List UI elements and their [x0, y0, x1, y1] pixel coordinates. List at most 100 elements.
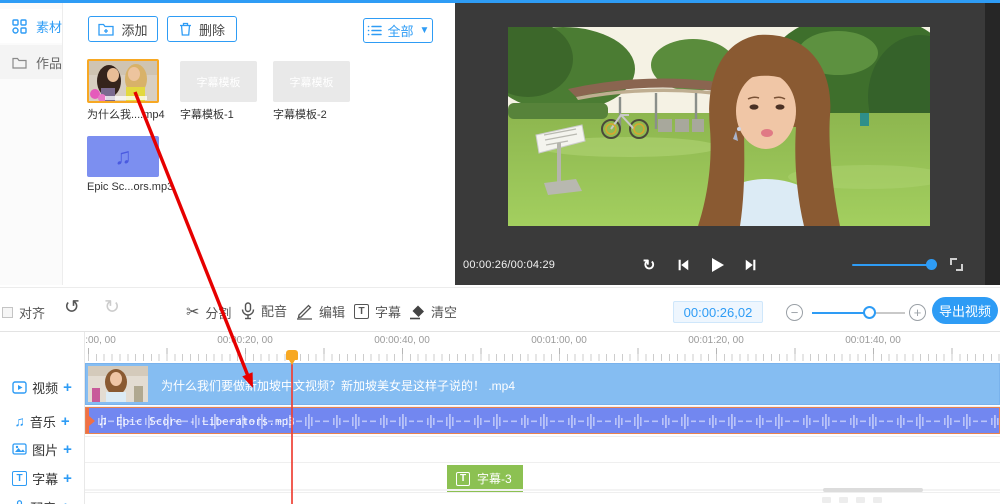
split-button[interactable]: ✂ 分割 [186, 302, 231, 322]
track-header-subtitle: T 字幕 + [0, 465, 84, 492]
timecode-display[interactable]: 00:00:26,02 [673, 301, 763, 323]
previous-frame-icon [678, 259, 689, 271]
video-thumbnail-scene [89, 61, 157, 101]
timeline-clip-music[interactable]: ♫ Epic Score - Liberators.mp3 [85, 407, 1000, 434]
filter-dropdown[interactable]: 全部 ▼ [363, 18, 433, 43]
zoom-out-button[interactable]: − [786, 304, 803, 321]
text-icon: T [456, 471, 470, 486]
ruler-label: 00:01:40, 00 [845, 335, 901, 346]
text-icon: T [354, 304, 369, 319]
add-dub-button[interactable]: + [61, 499, 70, 504]
play-button[interactable] [708, 256, 726, 274]
redo-button[interactable]: ↻ [104, 296, 120, 319]
loop-icon[interactable]: ↻ [640, 256, 658, 274]
subtitle-button[interactable]: T 字幕 [354, 302, 401, 321]
pencil-icon [296, 303, 313, 320]
dub-button[interactable]: 配音 [241, 301, 287, 320]
delete-button[interactable]: 删除 [167, 16, 237, 42]
preview-time-display: 00:00:26/00:04:29 [463, 259, 556, 271]
playback-bar: 00:00:26/00:04:29 ↻ [455, 245, 1000, 285]
playhead-handle[interactable] [286, 350, 298, 360]
media-item-audio-name: Epic Sc...ors.mp3 [87, 181, 174, 193]
track-header-music: ♫ 音乐 + [0, 407, 84, 435]
eraser-icon [409, 304, 425, 320]
library-panel: 素材 作品 添加 删除 全部 ▼ 字幕模板 字幕模板 ♫ 为什么我....mp4… [0, 3, 455, 285]
preview-video-scene [508, 27, 930, 226]
media-item-video-thumbnail[interactable] [87, 59, 159, 103]
template-placeholder-text: 字幕模板 [289, 76, 334, 89]
image-track-icon [12, 443, 27, 455]
add-button[interactable]: 添加 [88, 16, 158, 42]
previous-frame-button[interactable] [674, 256, 692, 274]
preview-video-frame[interactable] [508, 27, 930, 226]
trash-icon [179, 22, 192, 36]
ruler-label: 00:00:00, 00 [85, 335, 116, 346]
library-sidebar: 素材 作品 [0, 3, 63, 285]
add-subtitle-button[interactable]: + [63, 470, 72, 487]
tab-works-label: 作品 [36, 55, 63, 71]
template-placeholder-text: 字幕模板 [196, 76, 241, 89]
playback-controls: ↻ [640, 245, 760, 285]
fullscreen-icon[interactable] [950, 258, 963, 271]
clear-label: 清空 [431, 305, 458, 320]
add-video-button[interactable]: + [63, 379, 72, 396]
list-icon [367, 24, 382, 37]
grid-icon [12, 18, 27, 34]
timeline-clip-video[interactable]: 为什么我们要做新加坡中文视频？新加坡美女是这样子说的！ .mp4 [85, 363, 1000, 405]
clear-button[interactable]: 清空 [409, 302, 457, 321]
clip-video-name: 为什么我们要做新加坡中文视频？新加坡美女是这样子说的！ .mp4 [161, 379, 516, 393]
dub-label: 配音 [261, 304, 288, 319]
checkbox-icon[interactable] [2, 307, 13, 318]
subtitle-track-icon: T [12, 471, 28, 486]
timeline-panel: 00:00:00, 00 00:00:20, 00 00:00:40, 00 0… [0, 332, 1000, 504]
export-video-button[interactable]: 导出视频 [932, 297, 998, 324]
tab-materials-label: 素材 [36, 19, 63, 35]
subtitle-label: 字幕 [375, 305, 402, 320]
clip-subtitle-name: 字幕-3 [477, 472, 512, 486]
zoom-in-button[interactable]: + [909, 304, 926, 321]
edit-toolbar: 对齐 ↺ ↻ ✂ 分割 配音 编辑 T 字幕 清空 00:00:26,02 − … [0, 287, 1000, 332]
playhead-handle-tip [289, 360, 295, 365]
media-item-audio-thumbnail[interactable]: ♫ [87, 136, 159, 177]
timeline-zoom-handle[interactable] [863, 306, 876, 319]
volume-slider-handle[interactable] [926, 259, 937, 270]
music-note-icon: ♫ [98, 413, 108, 428]
next-frame-button[interactable] [742, 256, 760, 274]
dub-track-icon [14, 500, 25, 504]
folder-plus-icon [98, 22, 115, 36]
preview-panel: 00:00:26/00:04:29 ↻ [455, 3, 1000, 285]
edit-label: 编辑 [319, 305, 346, 320]
timeline-zoom-track[interactable] [872, 312, 905, 314]
ruler-label: 00:00:20, 00 [217, 335, 273, 346]
scissors-icon: ✂ [186, 304, 200, 321]
clip-music-name: Epic Score - Liberators.mp3 [116, 415, 295, 428]
add-image-button[interactable]: + [63, 441, 72, 458]
volume-slider-track[interactable] [852, 264, 932, 266]
sidebar-tab-materials[interactable]: 素材 [0, 9, 62, 43]
undo-button[interactable]: ↺ [64, 296, 80, 319]
track-header-image: 图片 + [0, 437, 84, 461]
edit-button[interactable]: 编辑 [296, 302, 345, 321]
timeline-clip-subtitle[interactable]: T 字幕-3 [447, 465, 523, 492]
track-header-column: 视频 + ♫ 音乐 + 图片 + T 字幕 + [0, 332, 85, 504]
delete-button-label: 删除 [198, 22, 225, 38]
track-label: 字幕 [32, 472, 59, 487]
media-item-template-2-thumbnail[interactable]: 字幕模板 [273, 61, 350, 102]
track-label: 配音 [30, 498, 56, 504]
timeline-ruler[interactable]: 00:00:00, 00 00:00:20, 00 00:00:40, 00 0… [85, 335, 1000, 349]
timeline-zoom-track-filled[interactable] [812, 312, 869, 314]
timeline-scrollbar-thumb[interactable] [823, 488, 923, 492]
next-frame-icon [745, 259, 756, 271]
sidebar-tab-works[interactable]: 作品 [0, 45, 62, 79]
track-label: 图片 [32, 442, 59, 458]
ghost-capture-controls [822, 497, 882, 503]
ruler-label: 00:01:20, 00 [688, 335, 744, 346]
track-label: 视频 [32, 380, 59, 396]
video-editor-app: 素材 作品 添加 删除 全部 ▼ 字幕模板 字幕模板 ♫ 为什么我....mp4… [0, 0, 1000, 504]
folder-icon [12, 56, 27, 69]
add-music-button[interactable]: + [61, 413, 70, 430]
music-note-icon: ♫ [114, 143, 132, 169]
snap-align-toggle[interactable]: 对齐 [2, 303, 45, 322]
media-item-template-1-thumbnail[interactable]: 字幕模板 [180, 61, 257, 102]
video-track-icon [12, 380, 27, 394]
